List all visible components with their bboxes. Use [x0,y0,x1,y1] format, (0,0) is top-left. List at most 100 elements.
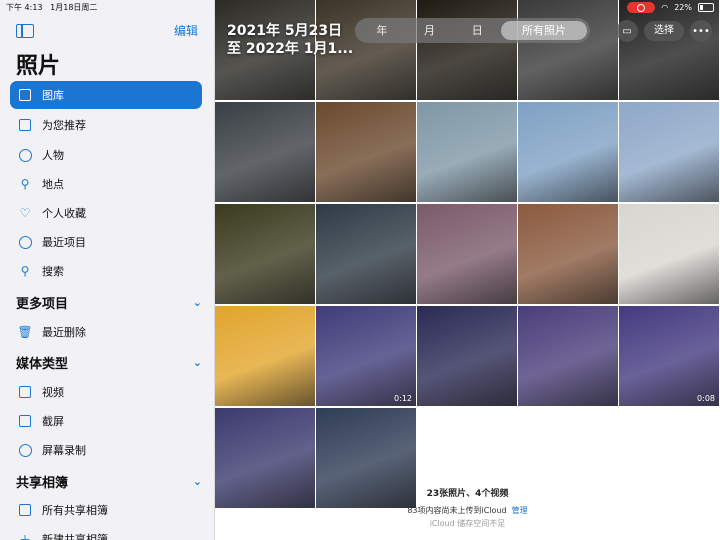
heart-icon: ♡ [19,206,31,220]
photo-library-main: 0:12 0:08 2021年 5月23日 至 2022年 1月1... 年 月 … [215,0,720,540]
photo-thumbnail[interactable] [518,204,618,304]
sidebar-item-label: 人物 [42,149,64,162]
sidebar-item-favorites[interactable]: ♡ 个人收藏 [10,199,202,227]
sidebar-item-screenshots[interactable]: 截屏 [10,407,202,435]
photo-thumbnail[interactable] [316,204,416,304]
date-range-line: 至 2022年 1月1... [227,41,354,57]
sidebar-item-recents[interactable]: 最近项目 [10,228,202,256]
aspect-toggle-icon[interactable]: ▭ [616,20,638,42]
section-shared-albums[interactable]: 共享相簿 ⌄ [16,472,202,491]
sidebar-item-label: 搜索 [42,265,64,278]
sidebar-item-label: 新建共享相簿 [42,533,108,540]
photo-thumbnail[interactable] [619,102,719,202]
segment-months[interactable]: 月 [406,21,454,40]
photo-thumbnail[interactable] [518,102,618,202]
section-media-types[interactable]: 媒体类型 ⌄ [16,353,202,372]
battery-level: 22% [674,3,692,12]
video-duration: 0:12 [394,394,412,403]
icloud-manage-link[interactable]: 管理 [512,506,528,515]
sidebar-item-label: 个人收藏 [42,207,86,220]
video-icon [17,384,33,400]
chevron-down-icon[interactable]: ⌄ [193,356,202,369]
photo-thumbnail[interactable] [215,204,315,304]
date-range-title: 2021年 5月23日 至 2022年 1月1... [227,22,353,58]
sidebar-toggle-icon[interactable] [16,24,34,38]
clock-icon [17,234,33,250]
chevron-down-icon[interactable]: ⌄ [193,475,202,488]
sidebar-item-label: 屏幕录制 [42,444,86,457]
sidebar-item-new-shared-album[interactable]: ＋ 新建共享相簿 [10,525,202,540]
places-icon: ⚲ [20,177,30,191]
photo-thumbnail[interactable] [316,102,416,202]
date-range-line: 2021年 5月23日 [227,23,343,39]
section-title: 共享相簿 [16,476,69,491]
wifi-icon: ◠ [661,3,669,12]
chevron-down-icon[interactable]: ⌄ [193,296,202,309]
video-thumbnail[interactable]: 0:12 [316,306,416,406]
photo-thumbnail[interactable] [417,0,517,100]
sidebar-item-people[interactable]: 人物 [10,141,202,169]
add-icon: ＋ [18,532,31,540]
sidebar-item-library[interactable]: 图库 [10,81,202,109]
sidebar-item-search[interactable]: ⚲ 搜索 [10,257,202,285]
recording-indicator-icon [627,2,656,13]
sidebar-item-label: 图库 [42,89,64,102]
section-more-items[interactable]: 更多项目 ⌄ [16,293,202,312]
sidebar-item-label: 最近项目 [42,236,86,249]
search-icon: ⚲ [20,264,30,278]
sidebar-item-label: 截屏 [42,415,64,428]
screenshot-icon [17,413,33,429]
status-bar-right: ◠ 22% [627,2,714,13]
photo-thumbnail[interactable] [417,204,517,304]
icloud-note: 83项内容尚未上传到iCloud [407,506,507,515]
photo-thumbnail[interactable] [417,102,517,202]
view-segmented-control: 年 月 日 所有照片 [355,18,590,43]
battery-icon [698,3,714,12]
video-thumbnail[interactable]: 0:08 [619,306,719,406]
section-title: 更多项目 [16,297,69,312]
video-duration: 0:08 [697,394,715,403]
photo-thumbnail[interactable] [619,0,719,100]
segment-years[interactable]: 年 [358,21,406,40]
segment-days[interactable]: 日 [453,21,501,40]
sidebar-item-label: 最近删除 [42,326,86,339]
photo-grid: 0:12 0:08 [215,0,720,508]
sidebar: 编辑 照片 图库 为您推荐 人物 ⚲ 地点 ♡ 个人收藏 最近项目 ⚲ 搜索 更… [0,0,215,540]
sidebar-item-places[interactable]: ⚲ 地点 [10,170,202,198]
status-time: 下午 4:13 [6,3,43,12]
sidebar-item-recently-deleted[interactable]: 🗑 最近删除 [10,318,202,346]
status-date: 1月18日周二 [50,3,98,12]
icloud-storage-warning: iCloud 储存空间不足 [429,519,506,528]
for-you-icon [17,117,33,133]
photo-thumbnail[interactable] [518,306,618,406]
shared-album-icon [17,502,33,518]
status-bar-left: 下午 4:13 1月18日周二 [6,2,97,13]
select-button[interactable]: 选择 [644,21,684,41]
segment-all-photos[interactable]: 所有照片 [501,21,587,40]
photo-thumbnail[interactable] [417,306,517,406]
sidebar-item-label: 视频 [42,386,64,399]
sidebar-title: 照片 [16,54,61,79]
sidebar-item-for-you[interactable]: 为您推荐 [10,111,202,139]
icloud-upload-status: 83项内容尚未上传到iCloud 管理 [215,505,720,516]
photo-thumbnail[interactable] [215,306,315,406]
photo-library-icon [17,87,33,103]
photo-thumbnail[interactable] [518,0,618,100]
photo-thumbnail[interactable] [215,102,315,202]
sidebar-item-label: 所有共享相簿 [42,504,108,517]
photo-thumbnail[interactable] [619,204,719,304]
people-icon [17,147,33,163]
sidebar-item-all-shared-albums[interactable]: 所有共享相簿 [10,496,202,524]
more-options-icon[interactable]: ••• [690,20,712,42]
sidebar-item-screen-recordings[interactable]: 屏幕录制 [10,436,202,464]
sidebar-toolbar: 编辑 [0,22,214,42]
screen-record-icon [17,442,33,458]
sidebar-item-label: 为您推荐 [42,119,86,132]
sidebar-item-videos[interactable]: 视频 [10,378,202,406]
sidebar-item-label: 地点 [42,178,64,191]
top-toolbar: ▭ 选择 ••• [616,20,712,42]
library-summary: 23张照片、4个视频 [426,489,509,499]
section-title: 媒体类型 [16,357,69,372]
trash-icon: 🗑 [17,325,33,339]
edit-button[interactable]: 编辑 [174,22,198,39]
